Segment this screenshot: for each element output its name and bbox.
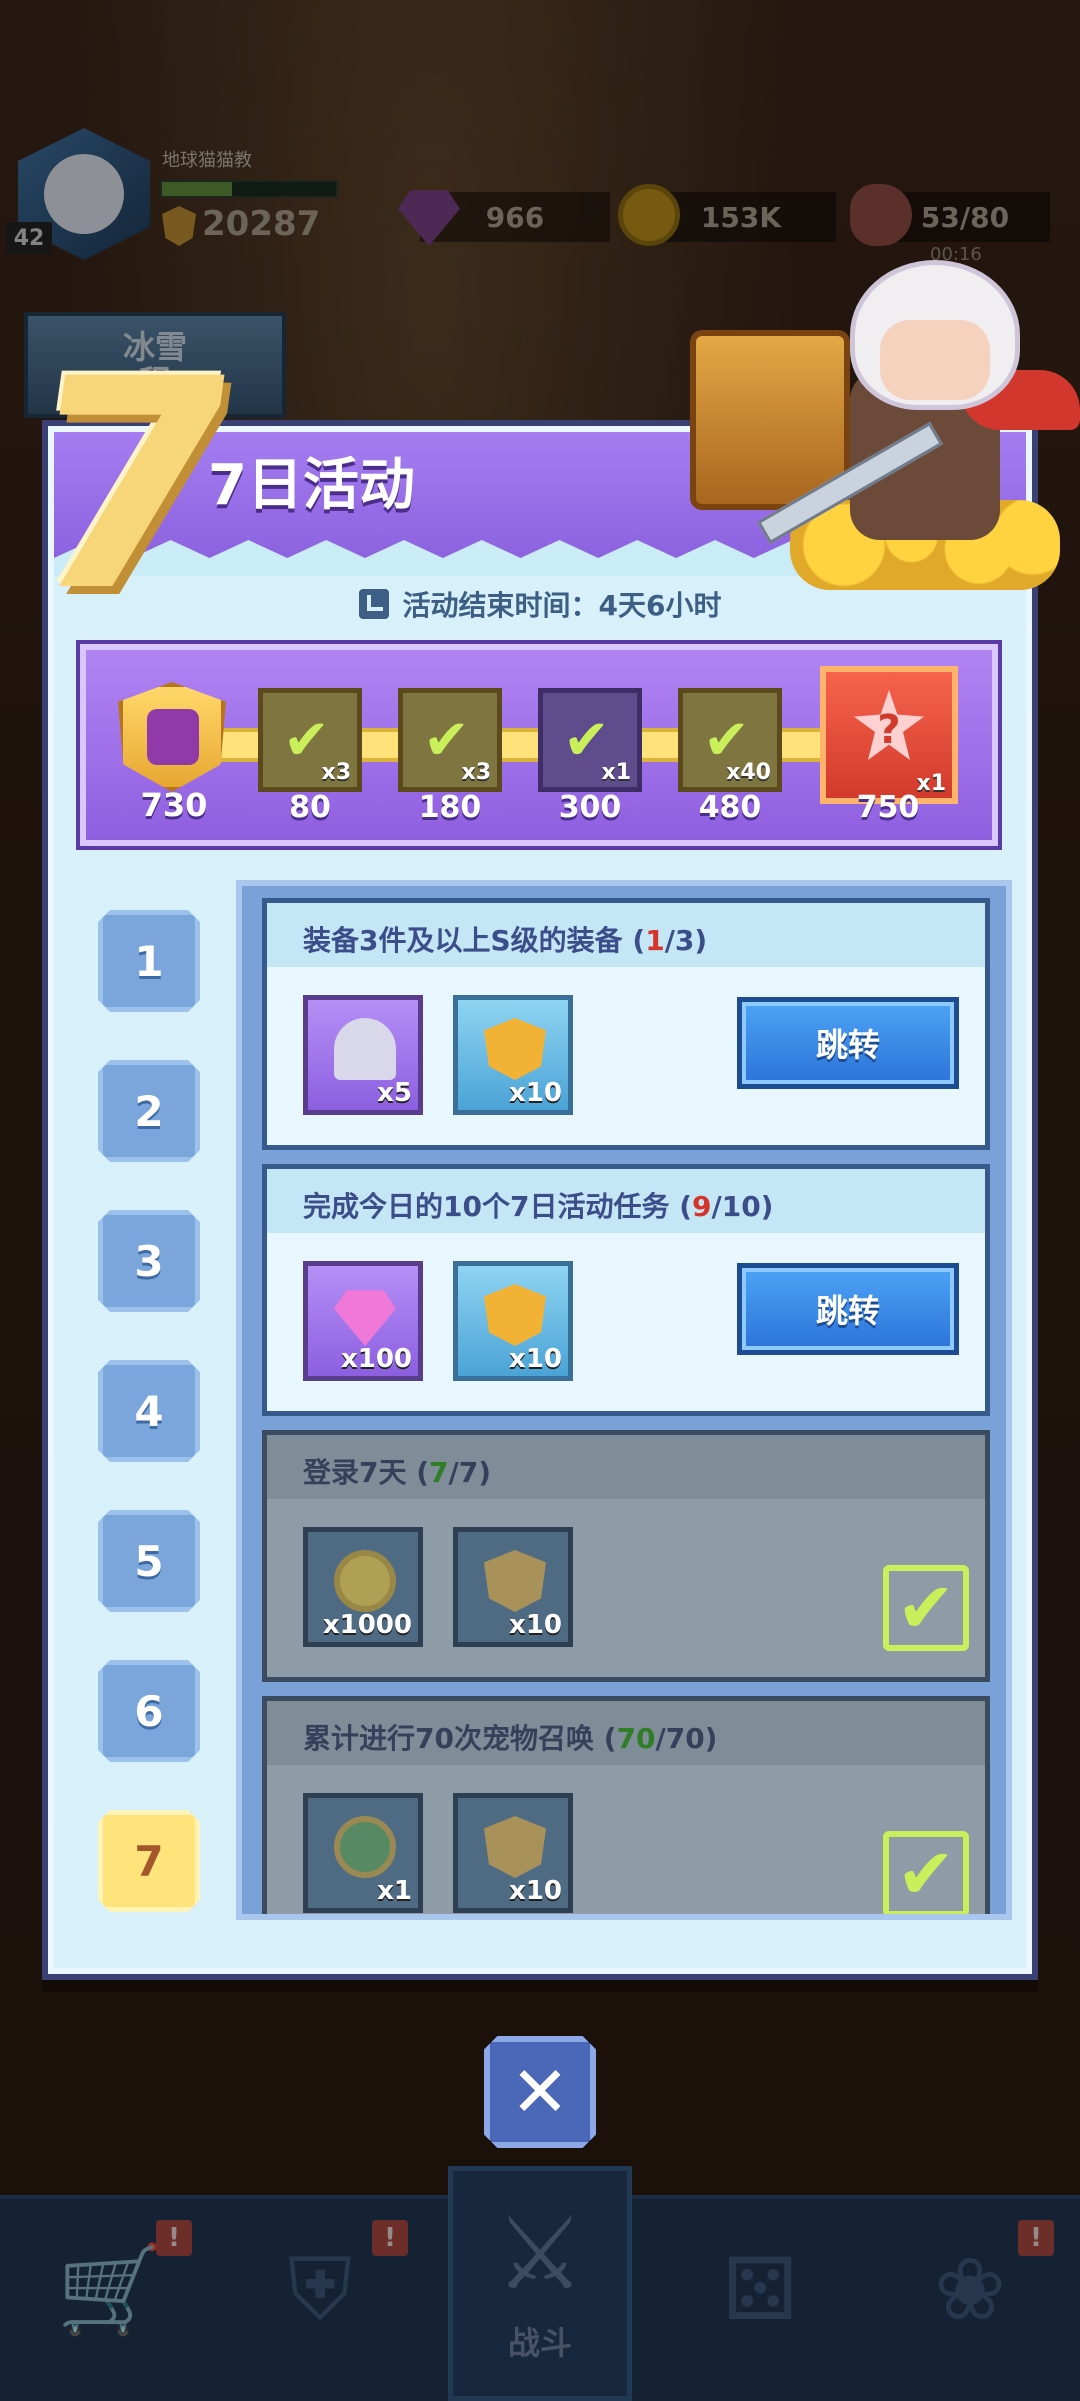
milestone-reward-1[interactable]: ✔ x3 xyxy=(258,688,362,792)
milestone-qty: x3 xyxy=(461,760,492,785)
task-title: 登录7天 (7/7) xyxy=(303,1456,492,1489)
modal-title: 7日活动 xyxy=(208,453,415,518)
milestone-reward-5[interactable]: ? x1 xyxy=(820,666,958,804)
milestone-qty: x40 xyxy=(726,760,771,785)
day-tab-1[interactable]: 1 xyxy=(98,910,200,1012)
reward-item[interactable]: x10 xyxy=(453,1261,573,1381)
reward-item[interactable]: x100 xyxy=(303,1261,423,1381)
task-title: 装备3件及以上S级的装备 (1/3) xyxy=(303,924,708,957)
milestone-points: 180 xyxy=(418,790,482,825)
task-card-completed: 累计进行70次宠物召唤 (70/70) x1 x10 ✔ xyxy=(262,1696,990,1914)
reward-item[interactable]: x1000 xyxy=(303,1527,423,1647)
task-card: 装备3件及以上S级的装备 (1/3) x5 x10 跳转 xyxy=(262,898,990,1150)
milestone-points: 480 xyxy=(698,790,762,825)
reward-item[interactable]: x10 xyxy=(453,1527,573,1647)
day-tab-6[interactable]: 6 xyxy=(98,1660,200,1762)
reward-qty: x1000 xyxy=(322,1610,412,1640)
coin-icon xyxy=(334,1550,396,1612)
completed-check-icon: ✔ xyxy=(883,1565,969,1651)
badge-icon xyxy=(484,1284,546,1346)
task-title: 完成今日的10个7日活动任务 (9/10) xyxy=(303,1190,774,1223)
task-card: 完成今日的10个7日活动任务 (9/10) x100 x10 跳转 xyxy=(262,1164,990,1416)
reward-qty: x100 xyxy=(340,1344,412,1374)
task-list[interactable]: 装备3件及以上S级的装备 (1/3) x5 x10 跳转 完成今日的10个7日活… xyxy=(236,880,1012,1920)
day-tab-2[interactable]: 2 xyxy=(98,1060,200,1162)
badge-icon xyxy=(484,1018,546,1080)
completed-check-icon: ✔ xyxy=(883,1831,969,1914)
end-time-text: 活动结束时间：4天6小时 xyxy=(402,589,722,622)
reward-item[interactable]: x10 xyxy=(453,995,573,1115)
milestone-points: 80 xyxy=(289,790,331,825)
milestone-points: 300 xyxy=(558,790,622,825)
milestone-qty: x1 xyxy=(601,760,632,785)
reward-qty: x10 xyxy=(509,1876,562,1906)
current-points: 730 xyxy=(140,786,208,824)
go-button[interactable]: 跳转 xyxy=(737,997,959,1089)
reward-qty: x5 xyxy=(377,1078,412,1108)
reward-item[interactable]: x10 xyxy=(453,1793,573,1913)
day-tab-7[interactable]: 7 xyxy=(98,1810,200,1912)
reward-qty: x10 xyxy=(509,1610,562,1640)
day-tab-3[interactable]: 3 xyxy=(98,1210,200,1312)
reward-qty: x10 xyxy=(509,1344,562,1374)
gem-icon xyxy=(334,1290,396,1346)
badge-icon xyxy=(484,1550,546,1612)
reward-item[interactable]: x1 xyxy=(303,1793,423,1913)
day-tab-4[interactable]: 4 xyxy=(98,1360,200,1462)
reward-qty: x1 xyxy=(377,1876,412,1906)
hero-face xyxy=(880,320,990,400)
pet-egg-icon xyxy=(334,1816,396,1878)
clock-icon xyxy=(358,589,389,619)
key-icon xyxy=(334,1018,396,1080)
mystery-star-icon: ? xyxy=(854,690,924,760)
reward-qty: x10 xyxy=(509,1078,562,1108)
milestone-reward-4[interactable]: ✔ x40 xyxy=(678,688,782,792)
go-button[interactable]: 跳转 xyxy=(737,1263,959,1355)
reward-item[interactable]: x5 xyxy=(303,995,423,1115)
badge-icon xyxy=(484,1816,546,1878)
event-end-time: 活动结束时间：4天6小时 xyxy=(0,584,1080,624)
milestone-reward-3[interactable]: ✔ x1 xyxy=(538,688,642,792)
milestone-reward-2[interactable]: ✔ x3 xyxy=(398,688,502,792)
milestone-qty: x3 xyxy=(321,760,352,785)
milestone-points: 750 xyxy=(856,790,920,825)
hero-illustration xyxy=(640,250,1080,610)
close-button[interactable]: ✕ xyxy=(484,2036,596,2148)
task-card-completed: 登录7天 (7/7) x1000 x10 ✔ xyxy=(262,1430,990,1682)
task-title: 累计进行70次宠物召唤 (70/70) xyxy=(303,1722,718,1755)
day-tab-5[interactable]: 5 xyxy=(98,1510,200,1612)
